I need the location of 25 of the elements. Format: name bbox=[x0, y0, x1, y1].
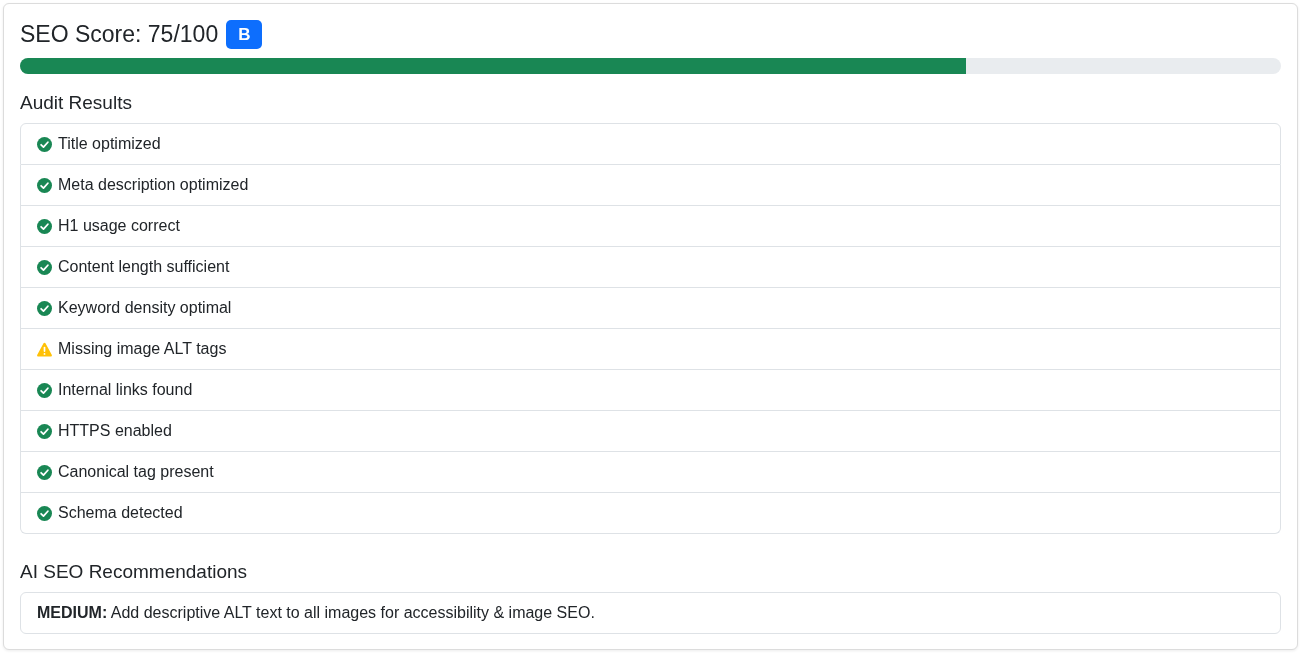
check-circle-icon bbox=[37, 464, 52, 480]
audit-result-label: Canonical tag present bbox=[58, 462, 214, 482]
audit-result-label: Schema detected bbox=[58, 503, 183, 523]
audit-result-label: HTTPS enabled bbox=[58, 421, 172, 441]
check-circle-icon bbox=[37, 382, 52, 398]
check-circle-icon bbox=[37, 423, 52, 439]
check-circle-icon bbox=[37, 300, 52, 316]
audit-result-label: Internal links found bbox=[58, 380, 193, 400]
audit-result-label: H1 usage correct bbox=[58, 216, 180, 236]
warning-icon bbox=[37, 341, 52, 357]
audit-result-label: Title optimized bbox=[58, 134, 161, 154]
check-circle-icon bbox=[37, 136, 52, 152]
audit-result-label: Meta description optimized bbox=[58, 175, 249, 195]
check-circle-icon bbox=[37, 259, 52, 275]
score-title: SEO Score: 75/100 bbox=[20, 20, 219, 49]
section-heading: AI SEO Recommendations bbox=[20, 560, 249, 584]
check-circle-icon bbox=[37, 177, 52, 193]
recommendation-item: MEDIUM: Add descriptive ALT text to all images for accessibility & image SEO. bbox=[20, 592, 1281, 634]
grade-badge: B bbox=[226, 20, 263, 49]
audit-result-label: Content length sufficient bbox=[58, 257, 230, 277]
audit-result-label: Keyword density optimal bbox=[58, 298, 232, 318]
audit-result-label: Missing image ALT tags bbox=[58, 339, 227, 359]
check-circle-icon bbox=[37, 505, 52, 521]
check-circle-icon bbox=[37, 218, 52, 234]
section-heading: Audit Results bbox=[20, 91, 133, 115]
